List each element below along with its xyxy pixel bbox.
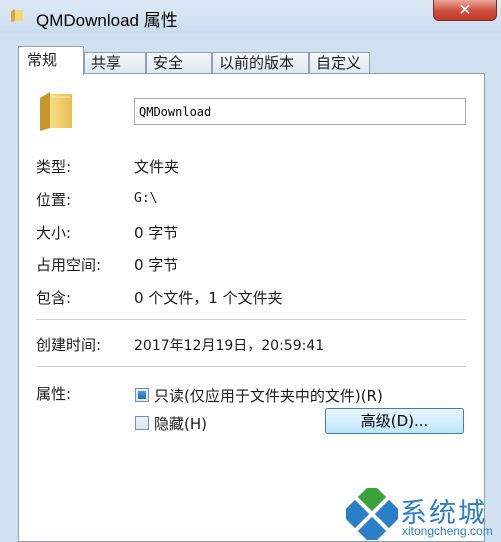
attributes-label: 属性: [36, 385, 72, 403]
folder-large-icon [40, 92, 72, 131]
close-icon: ✕ [458, 0, 472, 19]
tab-customize[interactable]: 自定义 [309, 52, 370, 74]
readonly-label[interactable]: 只读(仅应用于文件夹中的文件)(R) [154, 385, 383, 406]
hidden-label[interactable]: 隐藏(H) [154, 413, 207, 434]
size-on-disk-label: 占用空间: [36, 256, 102, 274]
location-value: G:\ [134, 191, 158, 206]
title-bar: QMDownload 属性 ✕ [0, 0, 501, 34]
size-label: 大小: [36, 224, 72, 242]
hidden-checkbox[interactable] [135, 416, 149, 430]
folder-icon [11, 9, 23, 22]
advanced-button[interactable]: 高级(D)... [325, 408, 464, 434]
size-value: 0 字节 [134, 224, 179, 242]
tab-security[interactable]: 安全 [146, 52, 212, 74]
readonly-checkbox[interactable] [135, 388, 149, 402]
type-label: 类型: [36, 158, 72, 176]
contains-label: 包含: [36, 289, 72, 307]
contains-value: 0 个文件，1 个文件夹 [134, 289, 283, 307]
tab-sharing[interactable]: 共享 [84, 52, 146, 74]
location-label: 位置: [36, 191, 72, 209]
tab-previous-versions[interactable]: 以前的版本 [212, 52, 309, 74]
type-value: 文件夹 [134, 158, 180, 176]
folder-name-input[interactable] [134, 98, 466, 125]
size-on-disk-value: 0 字节 [134, 256, 179, 274]
watermark-logo-icon [346, 488, 398, 540]
tab-general[interactable]: 常规 [18, 46, 84, 75]
created-value: 2017年12月19日，20:59:41 [134, 338, 325, 354]
divider [36, 366, 466, 367]
divider [36, 319, 466, 320]
window-title: QMDownload 属性 [36, 11, 178, 30]
created-label: 创建时间: [36, 336, 102, 354]
watermark-subtext: xitongcheng.com [402, 524, 493, 538]
close-button[interactable]: ✕ [433, 0, 497, 21]
